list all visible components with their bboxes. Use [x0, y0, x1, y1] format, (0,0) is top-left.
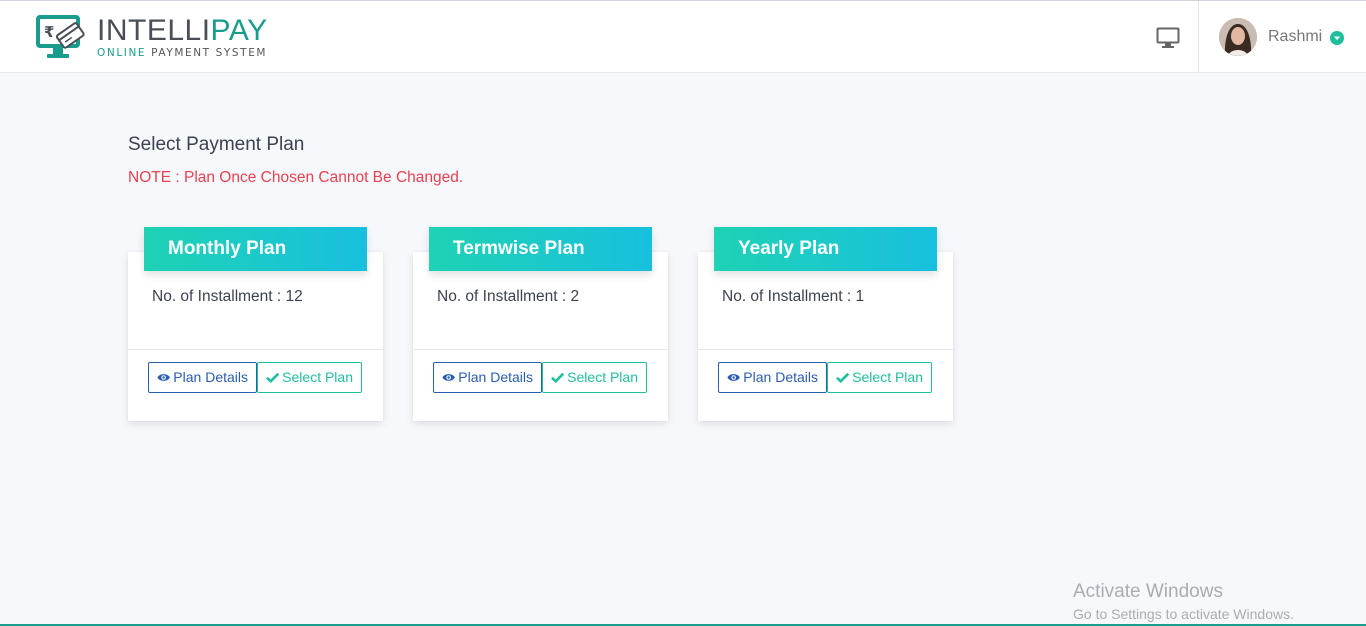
check-icon — [836, 372, 850, 383]
brand-name-part1: INTELLI — [97, 14, 211, 47]
brand-tagline-rest: PAYMENT SYSTEM — [146, 47, 268, 59]
card-divider — [128, 349, 383, 350]
select-plan-button[interactable]: Select Plan — [257, 362, 362, 393]
activate-windows-title: Activate Windows — [1073, 581, 1223, 602]
activate-windows-subtitle: Go to Settings to activate Windows. — [1073, 606, 1294, 622]
plan-installments: No. of Installment : 2 — [437, 288, 580, 305]
select-plan-label: Select Plan — [567, 369, 638, 385]
select-plan-label: Select Plan — [852, 369, 923, 385]
eye-icon — [442, 374, 455, 381]
plan-details-button[interactable]: Plan Details — [433, 362, 542, 393]
header-divider — [1198, 1, 1199, 73]
check-icon — [266, 372, 280, 383]
brand-name-part2: PAY — [210, 14, 268, 47]
user-avatar[interactable] — [1219, 18, 1257, 56]
eye-icon — [157, 374, 170, 381]
plan-card-termwise — [413, 252, 668, 421]
card-divider — [413, 349, 668, 350]
plan-installments: No. of Installment : 12 — [152, 288, 303, 305]
plan-card-monthly — [128, 252, 383, 421]
page-title: Select Payment Plan — [128, 134, 305, 155]
plan-details-button[interactable]: Plan Details — [718, 362, 827, 393]
brand-name: INTELLIPAY — [97, 16, 268, 46]
plan-details-label: Plan Details — [173, 369, 248, 385]
plan-card-title: Termwise Plan — [429, 227, 652, 271]
top-bar: ₹ INTELLIPAY ONLINE PAYMENT SYSTEM Rashm… — [0, 0, 1366, 73]
plan-card-yearly — [698, 252, 953, 421]
logo-monitor-icon: ₹ — [36, 15, 85, 58]
select-plan-button[interactable]: Select Plan — [542, 362, 647, 393]
svg-text:₹: ₹ — [44, 23, 54, 41]
select-plan-button[interactable]: Select Plan — [827, 362, 932, 393]
brand-tagline-highlight: ONLINE — [97, 47, 147, 59]
plan-details-button[interactable]: Plan Details — [148, 362, 257, 393]
card-divider — [698, 349, 953, 350]
brand-tagline: ONLINE PAYMENT SYSTEM — [97, 47, 268, 59]
user-name[interactable]: Rashmi — [1268, 28, 1322, 46]
eye-icon — [727, 374, 740, 381]
plan-details-label: Plan Details — [458, 369, 533, 385]
plan-installments: No. of Installment : 1 — [722, 288, 865, 305]
brand-logo[interactable]: ₹ INTELLIPAY ONLINE PAYMENT SYSTEM — [36, 15, 268, 61]
avatar-photo — [1219, 18, 1257, 56]
select-plan-label: Select Plan — [282, 369, 353, 385]
monitor-icon[interactable] — [1156, 27, 1180, 49]
plan-card-title: Monthly Plan — [144, 227, 367, 271]
plan-note: NOTE : Plan Once Chosen Cannot Be Change… — [128, 169, 464, 186]
check-icon — [551, 372, 565, 383]
chevron-down-circle-icon[interactable] — [1330, 31, 1344, 45]
plan-details-label: Plan Details — [743, 369, 818, 385]
plan-card-title: Yearly Plan — [714, 227, 937, 271]
